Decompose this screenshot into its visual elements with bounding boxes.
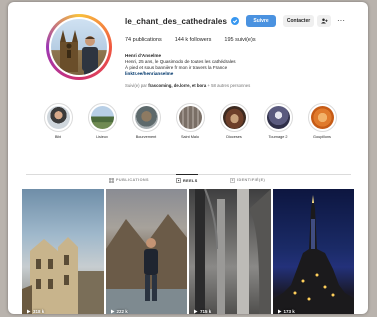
story-highlights: Bibi Lisieux Bourvement Saint Malo Dioce… [8, 103, 368, 149]
reels-icon [176, 178, 181, 183]
follow-button[interactable]: Suivre [246, 15, 277, 27]
reels-grid: 318 k 222 k 715 k 173 k [22, 189, 354, 314]
highlight-item[interactable]: Saint Malo [170, 103, 210, 139]
followed-by[interactable]: Suivi(e) par frascoming, de.lorre, et bo… [125, 83, 250, 88]
highlight-item[interactable]: Goupillons [302, 103, 342, 139]
cathedral-interior-image [195, 189, 271, 314]
reel-views: 173 k [277, 309, 295, 314]
profile-window: le_chant_des_cathedrales Suivre Contacte… [8, 2, 368, 314]
person-image [82, 36, 98, 75]
highlight-thumbnail [310, 106, 334, 129]
tab-reels[interactable]: REELS [176, 174, 198, 186]
mountain-person-image [105, 214, 187, 314]
tab-publications[interactable]: PUBLICATIONS [109, 174, 149, 186]
reel-tile[interactable]: 318 k [22, 189, 104, 314]
contact-button[interactable]: Contacter [283, 15, 315, 27]
highlight-thumbnail [46, 106, 70, 129]
highlight-thumbnail [266, 106, 290, 129]
highlight-label: Saint Malo [181, 135, 199, 139]
highlight-label: Dioceses [226, 135, 242, 139]
highlight-thumbnail [178, 106, 202, 129]
tagged-icon [230, 177, 235, 183]
play-icon [194, 309, 198, 314]
play-icon [27, 309, 31, 314]
followers-count[interactable]: 144 k followers [175, 37, 212, 43]
reel-tile[interactable]: 173 k [272, 189, 354, 314]
reel-views: 222 k [110, 309, 128, 314]
highlight-item[interactable]: Bourvement [126, 103, 166, 139]
bio-link[interactable]: linktr.ee/henrianselme [125, 71, 300, 77]
highlight-item[interactable]: Lisieux [82, 103, 122, 139]
highlight-label: Bourvement [135, 135, 157, 139]
add-person-icon [320, 18, 328, 24]
grid-icon [109, 177, 114, 183]
highlight-thumbnail [222, 106, 246, 129]
username: le_chant_des_cathedrales [125, 16, 228, 26]
highlight-label: Bibi [54, 135, 62, 139]
profile-bio: Henri d'Anselme Henri, 25 ans, le Quasim… [125, 53, 300, 77]
reel-views: 715 k [193, 309, 211, 314]
profile-header-row: le_chant_des_cathedrales Suivre Contacte… [125, 14, 345, 28]
play-icon [277, 309, 281, 314]
highlight-item[interactable]: Dioceses [214, 103, 254, 139]
highlight-thumbnail [134, 106, 158, 129]
highlight-label: Lisieux [96, 135, 108, 139]
reel-tile[interactable]: 715 k [189, 189, 271, 314]
highlight-item[interactable]: Tournage 2 [258, 103, 298, 139]
tab-tagged[interactable]: IDENTIFIÉ(E) [230, 174, 265, 186]
suggested-accounts-button[interactable] [317, 15, 332, 27]
reel-tile[interactable]: 222 k [105, 189, 187, 314]
highlight-thumbnail [90, 106, 114, 129]
highlight-item[interactable]: Bibi [38, 103, 78, 139]
more-options-icon[interactable]: ··· [337, 17, 345, 25]
profile-avatar[interactable] [46, 14, 112, 80]
mont-saint-michel-image [272, 195, 354, 314]
avatar-photo [51, 19, 107, 75]
posts-count[interactable]: 74 publications [125, 37, 162, 43]
highlight-label: Goupillons [313, 135, 331, 139]
profile-stats: 74 publications 144 k followers 195 suiv… [125, 37, 256, 43]
following-count[interactable]: 195 suivi(e)s [224, 37, 255, 43]
highlight-label: Tournage 2 [268, 135, 288, 139]
verified-badge-icon [231, 17, 240, 25]
castle-image [22, 237, 104, 314]
play-icon [110, 309, 114, 314]
cathedral-image [60, 30, 78, 72]
reel-views: 318 k [26, 309, 44, 314]
